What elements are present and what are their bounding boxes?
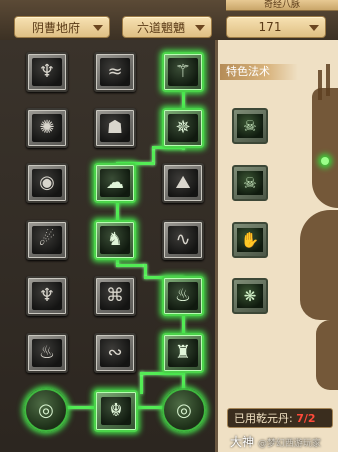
throne-icon: ♜ [168, 339, 198, 367]
watermark-author: @梦幻西游玩家 [257, 439, 321, 449]
skill-node-r2c2[interactable]: ☗ [94, 108, 136, 148]
used-pills-counter: 已用乾元丹: 7/2 [227, 408, 333, 428]
watermark-logo: 大神 [230, 435, 255, 449]
bird-icon: ♆ [32, 58, 62, 86]
skill-node-r7c2[interactable]: ☬ [94, 390, 138, 432]
level-dropdown-value: 171 [258, 20, 282, 34]
skill-node-r3c2[interactable]: ☁ [94, 163, 136, 203]
skill-node-r6c2[interactable]: ∾ [94, 333, 136, 373]
panel-divider [215, 40, 218, 452]
tree-link [116, 264, 146, 267]
demon-icon: ☬ [101, 397, 131, 425]
special-skill-3[interactable]: ✋ [232, 222, 268, 258]
orb-icon: ◎ [176, 399, 192, 421]
tree-link [140, 372, 143, 394]
school-dropdown-value: 阴曹地府 [31, 20, 80, 35]
beast-icon: ♞ [100, 226, 130, 254]
skill-node-r4c1[interactable]: ☄ [26, 220, 68, 260]
glow-eye [321, 157, 329, 165]
chevron-down-icon [309, 25, 319, 31]
flame-icon: ♨ [168, 282, 198, 310]
special-skill-2[interactable]: ☠ [232, 165, 268, 201]
branch-dropdown-value: 六道魍魉 [136, 20, 185, 35]
used-pills-label: 已用乾元丹: [234, 412, 293, 425]
special-skill-1[interactable]: ☠ [232, 108, 268, 144]
eye-icon: ◉ [32, 169, 62, 197]
used-pills-value: 7/2 [296, 412, 316, 425]
skill-node-r1c3[interactable]: ⚚ [162, 52, 204, 92]
runner-icon: ⚚ [168, 58, 198, 86]
school-dropdown[interactable]: 阴曹地府 [14, 16, 110, 38]
cloud-icon: ☁ [100, 169, 130, 197]
special-skill-4[interactable]: ❋ [232, 278, 268, 314]
spirit-icon: ☄ [32, 226, 62, 254]
skill-node-r2c3[interactable]: ✵ [162, 108, 204, 148]
mask-icon: ☗ [100, 114, 130, 142]
special-skills-title: 特色法术 [220, 64, 298, 80]
character-silhouette [318, 70, 322, 100]
skill-node-r1c2[interactable]: ≈ [94, 52, 136, 92]
wheel-icon: ✵ [168, 114, 198, 142]
trident-icon: ♆ [32, 282, 62, 310]
skill-node-r5c2[interactable]: ⌘ [94, 276, 136, 316]
mountain-icon: ⛰ [168, 169, 198, 197]
skill-node-r6c3[interactable]: ♜ [162, 333, 204, 373]
level-dropdown[interactable]: 171 [226, 16, 326, 38]
character-silhouette [316, 320, 338, 390]
burst-icon: ❋ [237, 284, 263, 308]
character-silhouette [326, 64, 330, 96]
knot-icon: ⌘ [100, 282, 130, 310]
claw-icon: ✺ [32, 114, 62, 142]
tab-meridian[interactable]: 奇经八脉 [226, 0, 338, 11]
skull-icon: ☠ [237, 171, 263, 195]
ghost-icon: ☠ [237, 114, 263, 138]
hand-icon: ✋ [237, 228, 263, 252]
skill-node-r6c1[interactable]: ♨ [26, 333, 68, 373]
skill-node-r2c1[interactable]: ✺ [26, 108, 68, 148]
serpent-icon: ∾ [100, 339, 130, 367]
skill-node-r7c3[interactable]: ◎ [162, 388, 206, 432]
orb-icon: ◎ [38, 399, 54, 421]
skill-node-r4c2[interactable]: ♞ [94, 220, 136, 260]
chevron-down-icon [93, 25, 103, 31]
skill-node-r3c3[interactable]: ⛰ [162, 163, 204, 203]
skill-node-r1c1[interactable]: ♆ [26, 52, 68, 92]
character-silhouette [300, 210, 338, 320]
chevron-down-icon [195, 25, 205, 31]
tree-link [182, 315, 185, 335]
skill-node-r4c3[interactable]: ∿ [162, 220, 204, 260]
wave-icon: ≈ [100, 58, 130, 86]
watermark: 大神 @梦幻西游玩家 [230, 433, 321, 450]
skill-node-r3c1[interactable]: ◉ [26, 163, 68, 203]
skill-node-r5c1[interactable]: ♆ [26, 276, 68, 316]
swirl-icon: ∿ [168, 226, 198, 254]
fire-icon: ♨ [32, 339, 62, 367]
character-silhouette [312, 88, 338, 208]
branch-dropdown[interactable]: 六道魍魉 [122, 16, 212, 38]
skill-node-r7c1[interactable]: ◎ [24, 388, 68, 432]
skill-node-r5c3[interactable]: ♨ [162, 276, 204, 316]
